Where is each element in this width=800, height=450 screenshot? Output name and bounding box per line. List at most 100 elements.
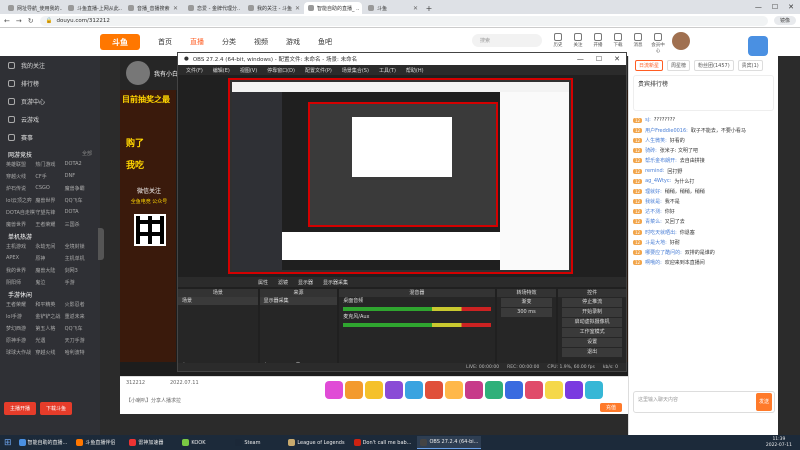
category-link[interactable]: 炉石传说	[6, 185, 35, 192]
nav-0[interactable]: 首页	[158, 37, 172, 47]
chat-message[interactable]: 12 sj:????????	[629, 115, 778, 125]
more-link[interactable]: 全部	[82, 150, 92, 159]
chat-message[interactable]: 12 帮乐金布朗开: 去自由拼接	[629, 156, 778, 166]
category-link[interactable]: QQ飞车	[65, 325, 94, 332]
maximize-icon[interactable]: ☐	[772, 3, 778, 11]
category-link[interactable]: 光遇	[35, 337, 64, 344]
reload-icon[interactable]: ↻	[28, 17, 34, 25]
header-icon-1[interactable]: 关注	[570, 33, 586, 48]
tab-close-icon[interactable]: ✕	[173, 5, 178, 12]
taskbar-item[interactable]: Steam	[232, 436, 282, 449]
taskbar-item[interactable]: 斗鱼直播伴侣	[73, 436, 123, 449]
source-item[interactable]: 显示器采集	[259, 297, 338, 305]
category-link[interactable]: DOTA	[65, 209, 94, 216]
category-link[interactable]: 剑网3	[65, 267, 94, 274]
category-link[interactable]: lol手游	[6, 313, 35, 320]
nav-5[interactable]: 鱼吧	[318, 37, 332, 47]
control-button[interactable]: 设置	[562, 338, 622, 347]
forward-icon[interactable]: →	[16, 17, 22, 25]
gift-icon[interactable]	[485, 381, 503, 399]
category-link[interactable]: 我的世界	[6, 267, 35, 274]
category-link[interactable]: CSGO	[35, 185, 64, 192]
obs-preview[interactable]	[228, 78, 573, 274]
gift-icon[interactable]	[425, 381, 443, 399]
obs-maximize-icon[interactable]: ☐	[596, 55, 602, 63]
chat-input[interactable]: 这里输入聊天内容	[633, 391, 775, 413]
category-link[interactable]: 热门游戏	[35, 161, 64, 168]
nav-3[interactable]: 视频	[254, 37, 268, 47]
category-link[interactable]: 魔兽世界	[6, 221, 35, 228]
chat-username[interactable]: 斗是大地:	[645, 239, 667, 246]
category-link[interactable]: 王者荣耀	[6, 301, 35, 308]
windows-start-icon[interactable]: ⊞	[4, 438, 12, 448]
sidebar-item[interactable]: 赛事	[0, 128, 100, 146]
category-link[interactable]: 原神	[35, 255, 64, 262]
category-link[interactable]: 原神手游	[6, 337, 35, 344]
category-link[interactable]: 英雄联盟	[6, 161, 35, 168]
chat-username[interactable]: 达不测:	[645, 208, 662, 215]
obs-menu-item[interactable]: 场景集合(S)	[342, 67, 369, 74]
nav-4[interactable]: 游戏	[286, 37, 300, 47]
control-button[interactable]: 停止推流	[562, 298, 622, 307]
category-link[interactable]: 魔兽争霸	[65, 185, 94, 192]
chat-username[interactable]: 青菜么:	[645, 218, 662, 225]
chat-message[interactable]: 12 理就好: 稍稍，稍稍，稍稍	[629, 186, 778, 196]
browser-tab[interactable]: 智能自助的直播_ ..✕	[304, 2, 362, 14]
obs-minimize-icon[interactable]: —	[577, 55, 584, 63]
sidebar-collapse-handle[interactable]	[98, 228, 104, 260]
browser-tab[interactable]: 音播_音播搜索 ✕	[124, 2, 182, 14]
category-link[interactable]: 阴阳师	[6, 279, 35, 286]
category-link[interactable]: 火影忍者	[65, 301, 94, 308]
category-link[interactable]: 魔兽世界	[35, 197, 64, 204]
category-link[interactable]: 主机游戏	[6, 243, 35, 250]
category-link[interactable]: 全境封锁	[65, 243, 94, 250]
category-link[interactable]: 哈利波特	[65, 349, 94, 356]
header-icon-2[interactable]: 开播	[590, 33, 606, 48]
rank-tab[interactable]: 贵宾(1)	[737, 60, 763, 71]
chat-message[interactable]: 12 骑砖: 张米子: 文明了吧	[629, 146, 778, 156]
transition-select[interactable]: 渐变	[500, 298, 553, 307]
category-link[interactable]: 穿越火线	[35, 349, 64, 356]
category-link[interactable]: 鬼泣	[35, 279, 64, 286]
gift-icon[interactable]	[325, 381, 343, 399]
category-link[interactable]: 金铲铲之战	[35, 313, 64, 320]
category-link[interactable]: 和平精英	[35, 301, 64, 308]
chat-username[interactable]: 啊哦的:	[645, 259, 662, 266]
sidebar-item[interactable]: 排行榜	[0, 74, 100, 92]
category-link[interactable]: 魔兽大陆	[35, 267, 64, 274]
category-link[interactable]: 第五人格	[35, 325, 64, 332]
category-link[interactable]: 重返未来	[65, 313, 94, 320]
chat-message[interactable]: 12 斗是大地: 好耐	[629, 237, 778, 247]
obs-menu-item[interactable]: 配置文件(P)	[305, 67, 332, 74]
rank-tab[interactable]: 日流新星	[635, 60, 664, 71]
category-link[interactable]: 永劫无间	[35, 243, 64, 250]
user-avatar[interactable]	[672, 32, 690, 50]
gift-icon[interactable]	[445, 381, 463, 399]
category-link[interactable]: lol云顶之弈	[6, 197, 35, 204]
source-toolbar-item[interactable]: 显示器采集	[323, 279, 348, 286]
gift-icon[interactable]	[545, 381, 563, 399]
sidebar-item[interactable]: 页游中心	[0, 92, 100, 110]
obs-menu-item[interactable]: 停靠窗口(D)	[267, 67, 295, 74]
recharge-button[interactable]: 充值	[599, 403, 622, 412]
category-link[interactable]: DNF	[65, 173, 94, 180]
control-button[interactable]: 开始录制	[562, 308, 622, 317]
category-link[interactable]: 天刀手游	[65, 337, 94, 344]
chat-username[interactable]: 时吃天就晒出:	[645, 229, 677, 236]
category-link[interactable]: 球球大作战	[6, 349, 35, 356]
source-toolbar-item[interactable]: 属性	[258, 279, 268, 286]
gift-icon[interactable]	[565, 381, 583, 399]
category-link[interactable]: 守望先锋	[35, 209, 64, 216]
rank-tab[interactable]: 周星榜	[667, 60, 691, 71]
category-link[interactable]: 王者荣耀	[35, 221, 64, 228]
sidebar-item[interactable]: 我的关注	[0, 56, 100, 74]
chat-message[interactable]: 12 青菜么: 又回了去	[629, 217, 778, 227]
chat-username[interactable]: 人生微笑:	[645, 137, 667, 144]
category-link[interactable]: 穿越火线	[6, 173, 35, 180]
search-input[interactable]: 搜索	[472, 34, 542, 47]
obs-menu-item[interactable]: 视图(V)	[240, 67, 257, 74]
category-link[interactable]: CF手	[35, 173, 64, 180]
taskbar-item[interactable]: Don't call me bab...	[351, 436, 415, 449]
update-button[interactable]: 镜像	[773, 16, 796, 25]
browser-tab[interactable]: 斗鱼直播-上网从此..✕	[64, 2, 122, 14]
